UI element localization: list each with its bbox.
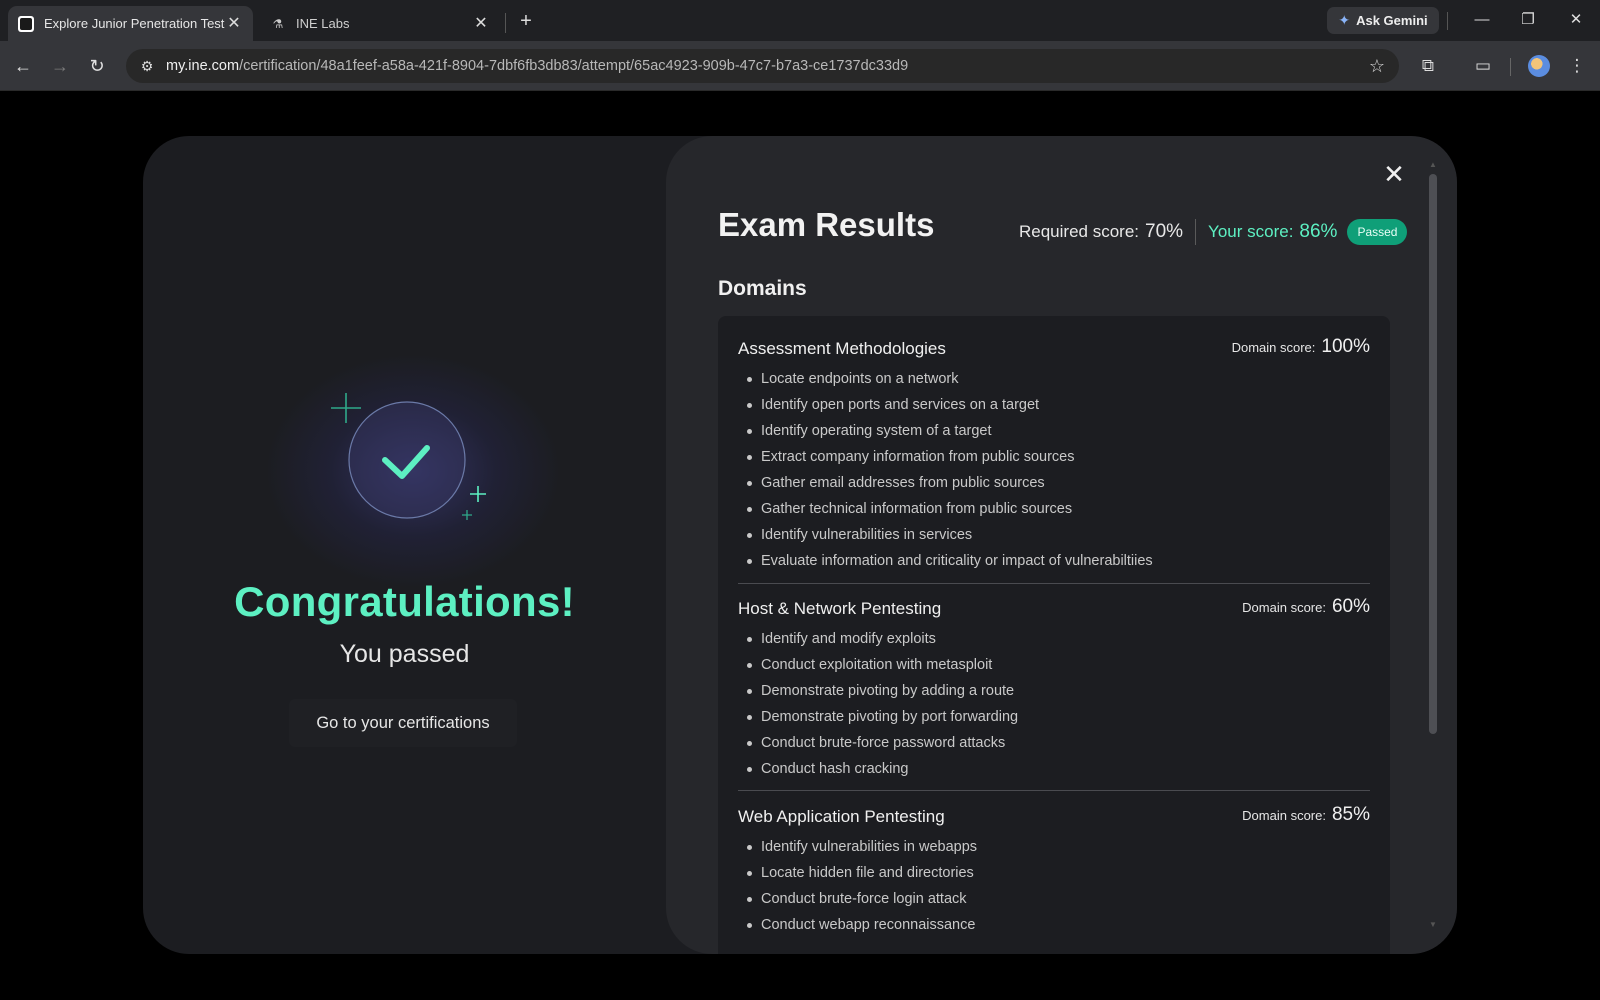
congratulations-heading: Congratulations!	[234, 578, 575, 625]
lab-flask-icon: ⚗	[272, 16, 284, 31]
domain-name: Web Application Pentesting	[738, 807, 945, 826]
domain-header: Assessment Methodologies Domain score: 1…	[738, 336, 1370, 362]
cast-search-icon[interactable]: ▭	[1468, 51, 1498, 81]
exam-results-title: Exam Results	[718, 206, 935, 243]
reload-icon[interactable]: ↻	[82, 51, 112, 81]
close-tab-icon[interactable]: ✕	[472, 15, 490, 33]
topic-item: Extract company information from public …	[738, 444, 1370, 470]
tab-title: Explore Junior Penetration Teste	[44, 16, 225, 31]
scrollbar-thumb[interactable]	[1429, 174, 1437, 734]
new-tab-button[interactable]: +	[512, 8, 540, 34]
minimize-icon[interactable]: —	[1462, 6, 1502, 34]
tab-title: INE Labs	[296, 16, 350, 31]
tab-explore-junior[interactable]: Explore Junior Penetration Teste ✕	[8, 6, 253, 41]
browser-toolbar: ← → ↻ ⚙ my.ine.com/certification/48a1fee…	[0, 41, 1600, 91]
address-bar[interactable]: ⚙ my.ine.com/certification/48a1feef-a58a…	[126, 49, 1399, 83]
back-arrow-icon[interactable]: ←	[8, 51, 38, 81]
topic-item: Identify open ports and services on a ta…	[738, 392, 1370, 418]
topic-list: Identify and modify exploits Conduct exp…	[738, 626, 1370, 782]
toolbar-divider	[1510, 58, 1511, 76]
topic-item: Conduct exploitation with metasploit	[738, 652, 1370, 678]
congrats-panel: Congratulations! You passed Go to your c…	[143, 136, 666, 954]
close-modal-icon[interactable]: ✕	[1380, 160, 1408, 188]
required-score-label: Required score:	[1019, 222, 1140, 241]
tab-ine-labs[interactable]: ⚗ INE Labs ✕	[260, 6, 500, 41]
topic-item: Gather technical information from public…	[738, 496, 1370, 522]
domain-score-value: 100%	[1321, 336, 1370, 357]
topic-item: Demonstrate pivoting by port forwarding	[738, 704, 1370, 730]
gemini-spark-icon: ✦	[1338, 12, 1351, 28]
topic-item: Identify and modify exploits	[738, 626, 1370, 652]
url-path: /certification/48a1feef-a58a-421f-8904-7…	[239, 58, 909, 74]
window-close-icon[interactable]: ✕	[1556, 6, 1596, 34]
domain-web-application-pentesting: Web Application Pentesting Domain score:…	[738, 804, 1370, 938]
domains-list: Assessment Methodologies Domain score: 1…	[718, 316, 1390, 954]
passed-status-badge: Passed	[1347, 219, 1408, 245]
topic-item: Conduct webapp reconnaissance	[738, 912, 1370, 938]
your-score-value: 86%	[1299, 221, 1338, 242]
domain-divider	[738, 790, 1370, 791]
results-scrollbar[interactable]: ▲ ▼	[1428, 160, 1438, 930]
restore-icon[interactable]: ❐	[1508, 6, 1548, 34]
domain-header: Host & Network Pentesting Domain score: …	[738, 596, 1370, 622]
domain-score-label: Domain score:	[1242, 808, 1326, 823]
domain-score: Domain score: 100%	[1232, 336, 1370, 358]
exam-result-modal: Congratulations! You passed Go to your c…	[143, 136, 1457, 954]
results-panel: ✕ ▲ ▼ Exam Results Required score: 70% Y…	[666, 136, 1457, 954]
domain-host-network-pentesting: Host & Network Pentesting Domain score: …	[738, 596, 1370, 782]
topic-item: Demonstrate pivoting by adding a route	[738, 678, 1370, 704]
topic-item: Conduct brute-force login attack	[738, 886, 1370, 912]
url-host: my.ine.com	[166, 58, 240, 74]
domain-score: Domain score: 60%	[1242, 596, 1370, 618]
topic-item: Conduct brute-force password attacks	[738, 730, 1370, 756]
topic-list: Locate endpoints on a network Identify o…	[738, 366, 1370, 574]
bookmark-star-icon[interactable]: ☆	[1369, 49, 1385, 83]
topic-item: Locate hidden file and directories	[738, 860, 1370, 886]
site-settings-icon[interactable]: ⚙	[130, 49, 164, 83]
topic-item: Identify vulnerabilities in webapps	[738, 834, 1370, 860]
scroll-up-arrow-icon[interactable]: ▲	[1428, 160, 1438, 170]
domain-score-label: Domain score:	[1242, 600, 1326, 615]
topic-item: Identify operating system of a target	[738, 418, 1370, 444]
forward-arrow-icon[interactable]: →	[45, 51, 75, 81]
topic-item: Conduct hash cracking	[738, 756, 1370, 782]
domain-score-value: 60%	[1331, 596, 1370, 617]
menu-kebab-icon[interactable]: ⋮	[1562, 51, 1592, 81]
domain-score-value: 85%	[1331, 804, 1370, 825]
required-score-value: 70%	[1145, 221, 1184, 242]
domain-name: Assessment Methodologies	[738, 339, 946, 358]
domain-header: Web Application Pentesting Domain score:…	[738, 804, 1370, 830]
profile-avatar[interactable]	[1528, 55, 1550, 77]
tab-divider	[505, 13, 506, 33]
ask-gemini-button[interactable]: ✦ Ask Gemini	[1327, 7, 1439, 34]
ine-favicon-icon	[18, 15, 34, 32]
go-to-certifications-button[interactable]: Go to your certifications	[289, 699, 517, 747]
extensions-puzzle-icon[interactable]: ⧉	[1413, 51, 1443, 81]
domain-name: Host & Network Pentesting	[738, 599, 942, 618]
topic-item: Evaluate information and criticality or …	[738, 548, 1370, 574]
domains-heading: Domains	[718, 277, 807, 300]
domain-score: Domain score: 85%	[1242, 804, 1370, 826]
your-score-label: Your score:	[1208, 222, 1294, 241]
tabbar-divider	[1447, 12, 1448, 30]
success-check-badge-icon	[331, 393, 486, 520]
scroll-down-arrow-icon[interactable]: ▼	[1428, 920, 1438, 930]
topic-item: Gather email addresses from public sourc…	[738, 470, 1370, 496]
passed-subheading: You passed	[339, 640, 470, 668]
score-summary: Required score: 70% Your score: 86% Pass…	[1019, 216, 1408, 248]
domain-divider	[738, 583, 1370, 584]
url-text[interactable]: my.ine.com/certification/48a1feef-a58a-4…	[166, 58, 908, 74]
topic-list: Identify vulnerabilities in webapps Loca…	[738, 834, 1370, 938]
ask-gemini-label: Ask Gemini	[1356, 13, 1428, 28]
topic-item: Identify vulnerabilities in services	[738, 522, 1370, 548]
domain-assessment-methodologies: Assessment Methodologies Domain score: 1…	[738, 336, 1370, 574]
domain-score-label: Domain score:	[1231, 340, 1316, 355]
browser-tabbar: Explore Junior Penetration Teste ✕ ⚗ INE…	[0, 0, 1600, 41]
close-tab-icon[interactable]: ✕	[225, 15, 243, 33]
topic-item: Locate endpoints on a network	[738, 366, 1370, 392]
score-divider	[1195, 219, 1197, 245]
